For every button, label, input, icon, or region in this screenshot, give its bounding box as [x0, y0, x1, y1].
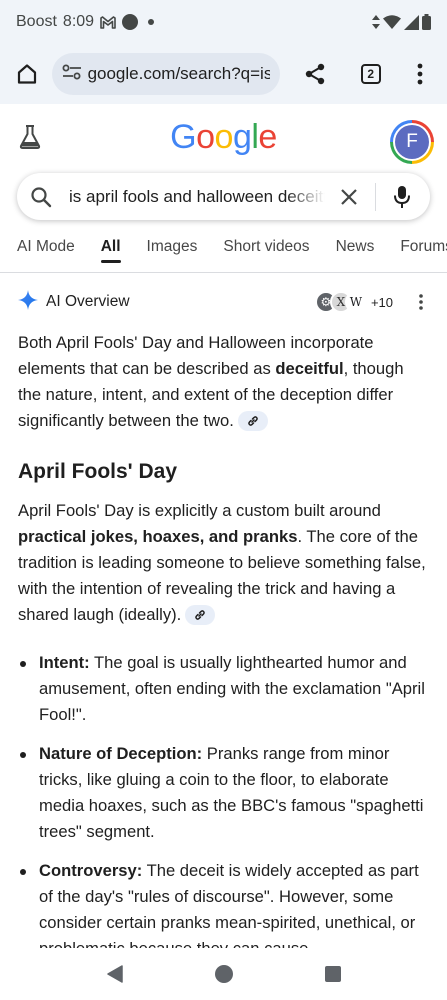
voice-search-button[interactable] — [388, 183, 416, 211]
tab-images[interactable]: Images — [147, 232, 198, 266]
back-button[interactable] — [95, 954, 135, 994]
section-paragraph: April Fools' Day is explicitly a custom … — [18, 498, 430, 628]
list-item: Controversy: The deceit is widely accept… — [18, 858, 430, 962]
section-bold: practical jokes, hoaxes, and pranks — [18, 527, 298, 546]
status-time: 8:09 — [62, 13, 95, 30]
more-vert-icon — [417, 63, 423, 85]
share-button[interactable] — [298, 57, 332, 91]
section-heading: April Fools' Day — [18, 460, 178, 483]
address-bar[interactable]: google.com/search?q=is — [51, 53, 281, 95]
logo-letter-g2: g — [232, 118, 252, 156]
gmail-icon — [100, 15, 116, 29]
ai-overview-title: AI Overview — [46, 293, 130, 310]
intro-bold: deceitful — [275, 359, 344, 378]
battery-icon — [422, 14, 431, 30]
section-text: April Fools' Day is explicitly a custom … — [18, 501, 381, 520]
small-dot-icon — [148, 19, 155, 25]
search-divider — [375, 182, 376, 211]
logo-letter-e: e — [258, 118, 277, 156]
wifi-icon — [383, 15, 401, 29]
sources-count: +10 — [370, 294, 393, 310]
logo-letter-o2: o — [214, 118, 234, 156]
mic-icon — [394, 185, 410, 208]
tabs-button[interactable]: 2 — [354, 57, 388, 91]
recents-button[interactable] — [313, 954, 353, 994]
list-item: Intent: The goal is usually lighthearted… — [18, 650, 430, 728]
sources-button[interactable]: ⚙ X W +10 — [314, 291, 393, 313]
citation-link-chip[interactable] — [185, 604, 216, 625]
avatar-letter: F — [395, 125, 429, 159]
share-icon — [306, 63, 325, 85]
recents-icon — [324, 966, 341, 982]
tab-ai-mode[interactable]: AI Mode — [17, 232, 75, 266]
logo-letter-g: G — [170, 118, 197, 156]
ai-overview-menu-button[interactable] — [411, 290, 431, 314]
back-icon — [106, 965, 123, 983]
account-avatar[interactable]: F — [390, 120, 434, 164]
notification-dot-icon — [122, 14, 139, 30]
url-text: google.com/search?q=is — [87, 64, 271, 83]
link-icon — [248, 415, 258, 426]
status-bar: Boost 8:09 — [0, 0, 447, 44]
site-settings-icon[interactable] — [62, 63, 82, 86]
tab-short-videos[interactable]: Short videos — [223, 232, 309, 266]
ai-overview-content: Both April Fools' Day and Halloween inco… — [18, 330, 430, 975]
search-icon — [29, 185, 53, 209]
bullet-label: Controversy: — [39, 861, 143, 880]
home-circle-icon — [214, 965, 233, 983]
close-icon — [341, 188, 357, 205]
bullet-label: Intent: — [39, 653, 90, 672]
browser-toolbar: google.com/search?q=is 2 — [0, 44, 447, 104]
system-nav-bar — [0, 948, 447, 1000]
clear-search-button[interactable] — [335, 183, 363, 211]
logo-letter-o1: o — [196, 118, 215, 156]
signal-icon — [404, 14, 419, 30]
tabs-divider — [0, 272, 447, 273]
bullet-text: The goal is usually lighthearted humor a… — [39, 653, 425, 724]
link-icon — [195, 609, 206, 620]
tab-forums[interactable]: Forums — [400, 232, 447, 266]
bullet-list: Intent: The goal is usually lighthearted… — [18, 650, 430, 962]
ai-overview-header: AI Overview ⚙ X W +10 — [18, 288, 431, 316]
tabs-icon: 2 — [360, 64, 381, 84]
home-nav-button[interactable] — [204, 954, 244, 994]
data-arrows-icon — [372, 15, 380, 29]
sparkle-icon — [18, 289, 38, 315]
search-box[interactable]: is april fools and halloween deceitful — [17, 173, 430, 220]
tab-all[interactable]: All — [100, 232, 121, 266]
home-icon — [17, 64, 36, 84]
citation-link-chip[interactable] — [237, 410, 268, 431]
bullet-label: Nature of Deception: — [39, 744, 203, 763]
more-vert-icon — [419, 294, 423, 310]
google-header: Google F — [0, 104, 447, 172]
tab-news[interactable]: News — [336, 232, 375, 266]
home-button[interactable] — [12, 59, 42, 89]
source-favicon: W — [344, 291, 367, 313]
carrier-label: Boost — [16, 13, 57, 30]
browser-menu-button[interactable] — [403, 57, 437, 91]
google-logo[interactable]: Google — [0, 118, 447, 157]
intro-paragraph: Both April Fools' Day and Halloween inco… — [18, 330, 430, 434]
list-item: Nature of Deception: Pranks range from m… — [18, 741, 430, 845]
search-tabs: AI Mode All Images Short videos News For… — [0, 232, 447, 272]
search-input[interactable]: is april fools and halloween deceitful — [69, 187, 325, 207]
